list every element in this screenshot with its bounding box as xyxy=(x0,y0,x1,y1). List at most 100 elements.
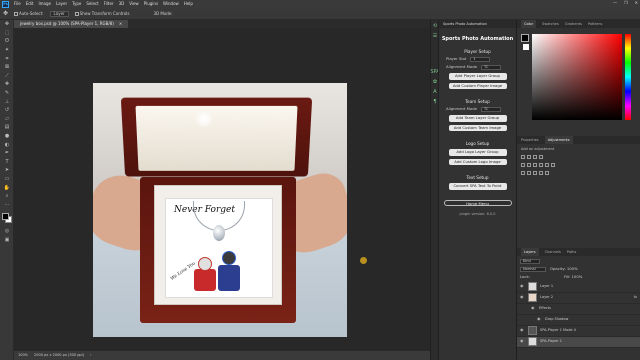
menu-layer[interactable]: Layer xyxy=(56,1,67,7)
black-white-icon[interactable] xyxy=(539,162,543,167)
photoshop-logo-icon[interactable]: Ps xyxy=(2,1,9,8)
tab-properties[interactable]: Properties xyxy=(521,138,539,142)
eye-icon[interactable]: ◉ xyxy=(520,327,525,333)
layer-select[interactable]: Layer xyxy=(49,11,69,17)
history-brush-icon[interactable]: ↺ xyxy=(0,106,14,115)
player-slot-select[interactable]: 1 xyxy=(470,57,491,63)
tab-color[interactable]: Color xyxy=(521,20,537,28)
crop-tool-icon[interactable]: ⌗ xyxy=(0,54,14,63)
eye-icon[interactable]: ◉ xyxy=(531,305,536,311)
menu-3d[interactable]: 3D xyxy=(119,1,125,7)
canvas-area[interactable]: Never Forget We Love You xyxy=(14,28,430,351)
background-swatch[interactable] xyxy=(523,44,529,50)
healing-tool-icon[interactable]: ✚ xyxy=(0,80,14,89)
posterize-icon[interactable] xyxy=(527,170,531,175)
stamp-tool-icon[interactable]: ⊥ xyxy=(0,97,14,106)
eye-icon[interactable]: ◉ xyxy=(520,283,525,289)
blend-mode-select[interactable]: Normal xyxy=(520,267,546,272)
selective-color-icon[interactable] xyxy=(545,170,549,175)
brightness-icon[interactable] xyxy=(521,155,525,160)
fill-control[interactable]: Fill: 100% xyxy=(564,274,582,280)
tab-paths[interactable]: Paths xyxy=(567,250,577,254)
shape-tool-icon[interactable]: ▭ xyxy=(0,175,14,184)
dodge-tool-icon[interactable]: ◐ xyxy=(0,140,14,149)
menu-image[interactable]: Image xyxy=(38,1,51,7)
plugin-panel-tab[interactable]: Sports Photo Automation xyxy=(439,20,516,28)
menu-edit[interactable]: Edit xyxy=(26,1,34,7)
brush-tool-icon[interactable]: ✎ xyxy=(0,89,14,98)
frame-tool-icon[interactable]: ⊠ xyxy=(0,63,14,72)
layer-effect-row[interactable]: ◉ Drop Shadow xyxy=(517,315,640,326)
menu-help[interactable]: Help xyxy=(184,1,193,7)
fx-badge[interactable]: fx xyxy=(634,295,637,299)
eye-icon[interactable]: ◉ xyxy=(537,316,542,322)
layer-effects-row[interactable]: ◉ Effects xyxy=(517,304,640,315)
add-logo-layer-group-button[interactable]: Add Logo Layer Group xyxy=(448,149,507,156)
marquee-tool-icon[interactable]: ⬚ xyxy=(0,29,14,38)
close-tab-icon[interactable]: × xyxy=(119,21,122,27)
add-custom-player-image-button[interactable]: Add Custom Player Image xyxy=(448,82,507,90)
gradient-map-icon[interactable] xyxy=(539,170,543,175)
auto-select-checkbox[interactable]: Auto-Select: xyxy=(14,11,44,17)
kind-filter-select[interactable]: Kind xyxy=(520,259,540,264)
color-swatches[interactable] xyxy=(1,212,13,224)
color-field[interactable] xyxy=(532,34,622,120)
zoom-tool-icon[interactable]: ⌕ xyxy=(0,192,14,201)
hue-slider[interactable] xyxy=(625,34,631,120)
opacity-control[interactable]: Opacity: 100% xyxy=(550,267,578,272)
path-selection-icon[interactable]: ➤ xyxy=(0,166,14,175)
menu-plugins[interactable]: Plugins xyxy=(144,1,158,7)
tab-swatches[interactable]: Swatches xyxy=(542,22,559,26)
lasso-tool-icon[interactable]: ʘ xyxy=(0,37,14,46)
tab-gradients[interactable]: Gradients xyxy=(565,22,582,26)
curves-icon[interactable] xyxy=(533,155,537,160)
tab-patterns[interactable]: Patterns xyxy=(588,22,602,26)
home-menu-button[interactable]: Home Menu xyxy=(443,199,512,207)
player-alignment-select[interactable]: TC xyxy=(481,65,502,71)
layer-row[interactable]: ◉ Layer 1 xyxy=(517,282,640,293)
eyedropper-tool-icon[interactable]: ⟋ xyxy=(0,72,14,81)
foreground-color-icon[interactable] xyxy=(2,213,9,221)
eraser-tool-icon[interactable]: ▱ xyxy=(0,115,14,124)
more-tools-icon[interactable]: ⋯ xyxy=(0,200,14,209)
screen-mode-icon[interactable]: ▣ xyxy=(0,236,14,245)
transform-controls-checkbox[interactable]: Show Transform Controls xyxy=(74,11,129,17)
layer-row-selected[interactable]: ◉ SPA-Player 1 xyxy=(517,336,640,348)
chevron-right-icon[interactable]: › xyxy=(90,353,91,357)
foreground-swatch[interactable] xyxy=(521,34,529,42)
menu-view[interactable]: View xyxy=(129,1,139,7)
tab-layers[interactable]: Layers xyxy=(521,248,539,256)
zoom-level[interactable]: 100% xyxy=(18,353,28,357)
tab-channels[interactable]: Channels xyxy=(545,250,561,254)
layer-row[interactable]: ◉ SPA-Player 1 Mode 4 xyxy=(517,326,640,337)
document-tab[interactable]: jewelry box.psd @ 100% (SPA-Player 1, RG… xyxy=(14,20,129,28)
add-team-layer-group-button[interactable]: Add Team Layer Group xyxy=(448,115,507,122)
add-player-layer-group-button[interactable]: Add Player Layer Group xyxy=(448,73,507,80)
photo-filter-icon[interactable] xyxy=(545,162,549,167)
menu-file[interactable]: File xyxy=(14,1,21,7)
add-custom-logo-image-button[interactable]: Add Custom Logo Image xyxy=(448,158,507,166)
color-balance-icon[interactable] xyxy=(533,162,537,167)
invert-icon[interactable] xyxy=(521,170,525,175)
convert-spa-text-button[interactable]: Convert SPA Text To Point xyxy=(448,183,507,190)
document-canvas[interactable]: Never Forget We Love You xyxy=(93,83,347,337)
move-tool-icon[interactable]: ✥ xyxy=(3,10,8,17)
layer-row[interactable]: ◉ Layer 2 fx xyxy=(517,293,640,304)
minimize-icon[interactable]: — xyxy=(613,0,617,6)
eye-icon[interactable]: ◉ xyxy=(520,338,525,344)
restore-icon[interactable]: ❐ xyxy=(624,0,628,6)
blur-tool-icon[interactable]: ● xyxy=(0,132,14,141)
hue-saturation-icon[interactable] xyxy=(527,162,531,167)
pen-tool-icon[interactable]: ✒ xyxy=(0,149,14,158)
quick-mask-icon[interactable]: ◎ xyxy=(0,227,14,236)
close-icon[interactable]: ✕ xyxy=(635,0,638,6)
magic-wand-tool-icon[interactable]: ✦ xyxy=(0,46,14,55)
team-alignment-select[interactable]: TC xyxy=(481,107,502,113)
vibrance-icon[interactable] xyxy=(521,162,525,167)
tab-adjustments[interactable]: Adjustments xyxy=(544,136,573,144)
menu-type[interactable]: Type xyxy=(72,1,81,7)
eye-icon[interactable]: ◉ xyxy=(520,294,525,300)
hand-tool-icon[interactable]: ✋ xyxy=(0,183,14,192)
gradient-tool-icon[interactable]: ▤ xyxy=(0,123,14,132)
exposure-icon[interactable] xyxy=(539,155,543,160)
